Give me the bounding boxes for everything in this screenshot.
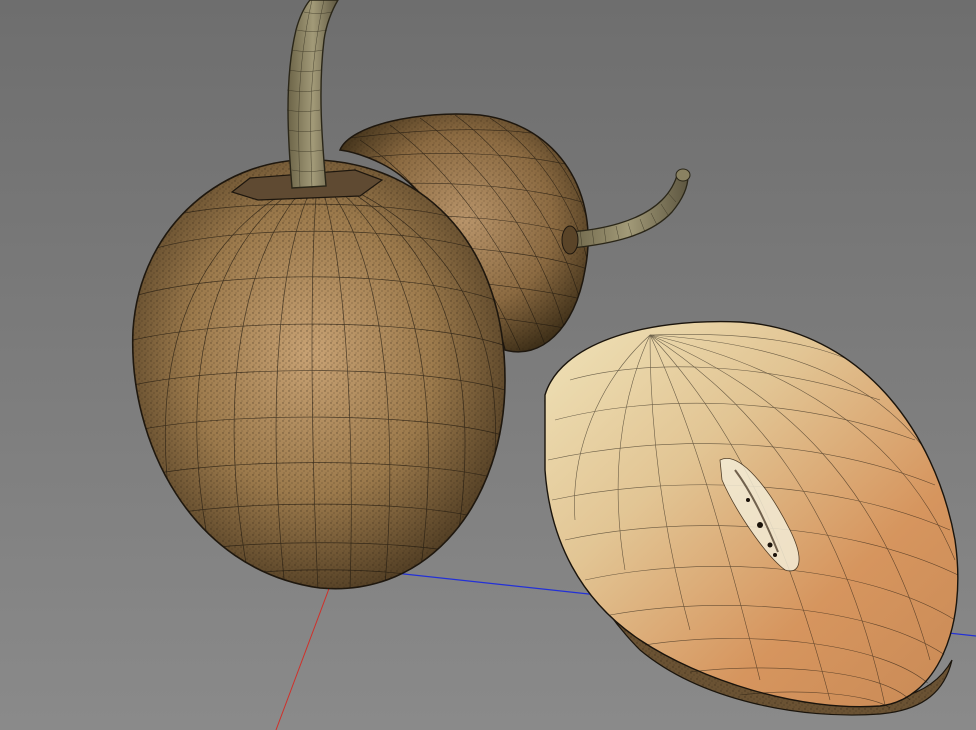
viewport-canvas[interactable] — [0, 0, 976, 730]
3d-viewport[interactable] — [0, 0, 976, 730]
